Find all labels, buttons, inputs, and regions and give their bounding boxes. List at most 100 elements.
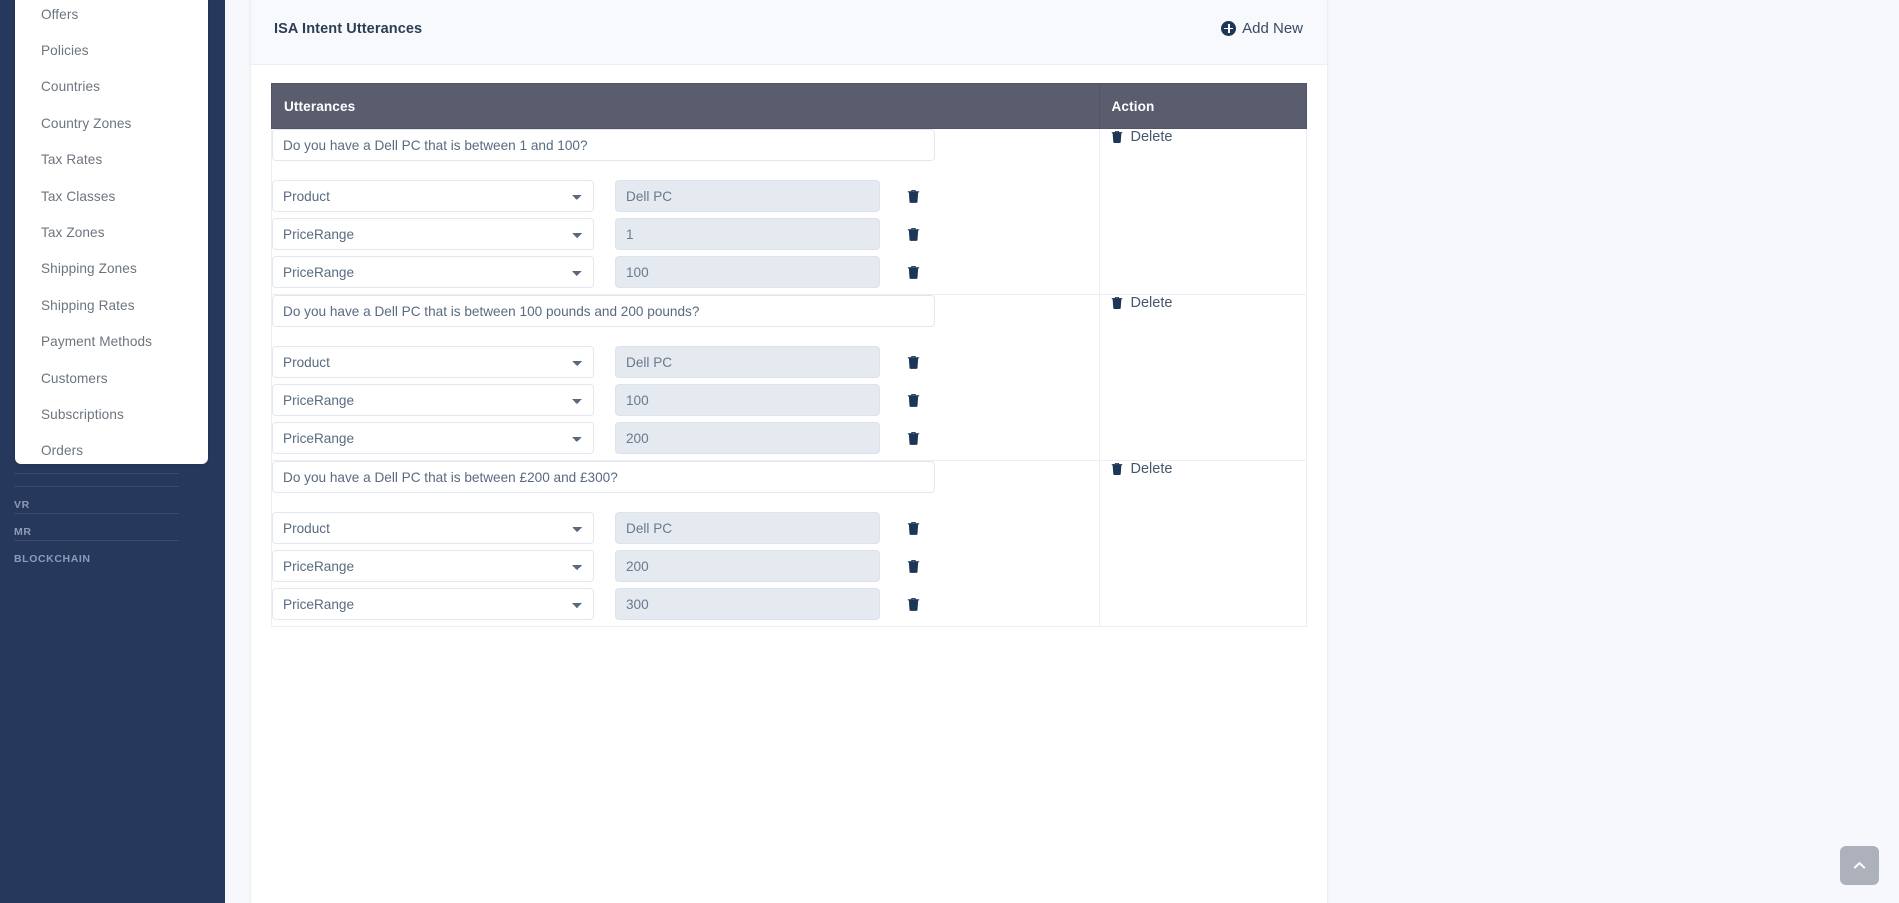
action-cell: Delete [1098,294,1308,461]
utterance-input[interactable] [272,295,935,327]
add-new-button[interactable]: Add New [1221,20,1303,37]
slot-entity-select[interactable]: ProductPriceRange [272,588,594,620]
trash-icon [907,597,920,611]
slot-delete-button[interactable] [906,431,921,446]
slot-entity-select[interactable]: ProductPriceRange [272,256,594,288]
sidebar-item-orders[interactable]: Orders [15,433,208,464]
slot-entity-select[interactable]: ProductPriceRange [272,180,594,212]
trash-icon [907,189,920,203]
trash-icon [907,227,920,241]
slot-entity-select[interactable]: ProductPriceRange [272,384,594,416]
slot-row: ProductPriceRange [272,588,1099,620]
slot-value-input[interactable] [615,256,880,288]
sidebar-item-customers[interactable]: Customers [15,360,208,396]
sidebar-item-label: Shipping Rates [41,297,135,313]
slot-value-input[interactable] [615,422,880,454]
slot-entity-select[interactable]: ProductPriceRange [272,346,594,378]
plus-circle-icon [1221,21,1237,36]
slot-entity-select[interactable]: ProductPriceRange [272,218,594,250]
slot-entity-select[interactable]: ProductPriceRange [272,512,594,544]
utterance-input[interactable] [272,129,935,161]
sidebar-item-label: Countries [41,79,101,95]
slot-value-input[interactable] [615,346,880,378]
sidebar-item-subscriptions[interactable]: Subscriptions [15,396,208,432]
sidebar-item-tax-rates[interactable]: Tax Rates [15,142,208,178]
slot-delete-button[interactable] [906,597,921,612]
sidebar-item-label: Subscriptions [41,406,124,422]
slot-delete-button[interactable] [906,559,921,574]
slot-row: ProductPriceRange [272,550,1099,582]
sidebar-item-label: Policies [41,43,89,59]
utterance-cell: ProductPriceRange ProductPriceRange Produc… [271,460,1100,627]
sidebar-divider [14,473,179,474]
sidebar-item-shipping-rates[interactable]: Shipping Rates [15,287,208,323]
slot-delete-button[interactable] [906,189,921,204]
delete-button[interactable]: Delete [1100,295,1306,311]
sidebar-item-label: Country Zones [41,115,132,131]
table-row: ProductPriceRange ProductPriceRange Produc… [271,128,1308,295]
utterance-cell: ProductPriceRange ProductPriceRange Produc… [271,128,1100,295]
slot-row: ProductPriceRange [272,384,1099,416]
sidebar-item-shipping-zones[interactable]: Shipping Zones [15,251,208,287]
sidebar-submenu-panel: Offers Policies Countries Country Zones Tax … [15,0,208,464]
scroll-to-top-button[interactable] [1840,846,1879,885]
table-row: ProductPriceRange ProductPriceRange Produc… [271,294,1308,461]
slot-value-input[interactable] [615,218,880,250]
column-header-utterances: Utterances [271,83,1100,129]
trash-icon [907,355,920,369]
delete-label: Delete [1130,129,1173,145]
slot-entity-select[interactable]: ProductPriceRange [272,550,594,582]
trash-icon [1111,130,1122,143]
sidebar-item-tax-classes[interactable]: Tax Classes [15,178,208,214]
slot-value-input[interactable] [615,384,880,416]
sidebar-item-tax-zones[interactable]: Tax Zones [15,214,208,250]
slot-value-input[interactable] [615,180,880,212]
slot-row: ProductPriceRange [272,256,1099,288]
card-header: ISA Intent Utterances Add New [251,0,1327,65]
add-new-label: Add New [1242,20,1303,37]
sidebar-item-payment-methods[interactable]: Payment Methods [15,324,208,360]
sidebar-item-country-zones[interactable]: Country Zones [15,105,208,141]
slot-entity-select[interactable]: ProductPriceRange [272,422,594,454]
sidebar-item-countries[interactable]: Countries [15,69,208,105]
action-cell: Delete [1098,128,1308,295]
table-body: ProductPriceRange ProductPriceRange Produc… [271,128,1308,627]
slot-delete-button[interactable] [906,393,921,408]
utterances-card: ISA Intent Utterances Add New Utterances… [250,0,1328,903]
sidebar-item-label: Tax Zones [41,225,105,241]
sidebar-item-label: Offers [41,6,79,22]
slot-delete-button[interactable] [906,265,921,280]
sidebar-section-vr[interactable]: VR [14,486,179,513]
sidebar-section-label: BLOCKCHAIN [14,553,91,565]
slot-delete-button[interactable] [906,227,921,242]
sidebar-section-mr[interactable]: MR [14,513,179,540]
trash-icon [1111,296,1122,309]
table-wrapper: Utterances Action ProductPriceRangeProdu… [251,65,1327,627]
utterance-cell: ProductPriceRange ProductPriceRange Produc… [271,294,1100,461]
slot-delete-button[interactable] [906,355,921,370]
slot-value-input[interactable] [615,588,880,620]
delete-button[interactable]: Delete [1100,461,1306,477]
column-header-action: Action [1098,83,1308,129]
delete-button[interactable]: Delete [1100,129,1306,145]
app-root: Offers Policies Countries Country Zones Tax … [0,0,1899,903]
trash-icon [907,393,920,407]
sidebar-item-policies[interactable]: Policies [15,32,208,68]
page-title: ISA Intent Utterances [274,20,423,37]
sidebar-item-label: Tax Rates [41,152,103,168]
sidebar-item-offers[interactable]: Offers [15,0,208,32]
chevron-up-icon [1853,862,1866,869]
delete-label: Delete [1130,461,1173,477]
sidebar-section-label: VR [14,499,30,511]
main-content: ISA Intent Utterances Add New Utterances… [225,0,1899,903]
sidebar-section-blockchain[interactable]: BLOCKCHAIN [14,540,179,567]
slot-row: ProductPriceRange [272,218,1099,250]
slot-delete-button[interactable] [906,521,921,536]
utterance-input[interactable] [272,461,935,493]
slot-row: ProductPriceRange [272,346,1099,378]
sidebar-item-label: Shipping Zones [41,261,137,277]
slot-value-input[interactable] [615,512,880,544]
trash-icon [907,431,920,445]
slot-row: ProductPriceRange [272,180,1099,212]
slot-value-input[interactable] [615,550,880,582]
